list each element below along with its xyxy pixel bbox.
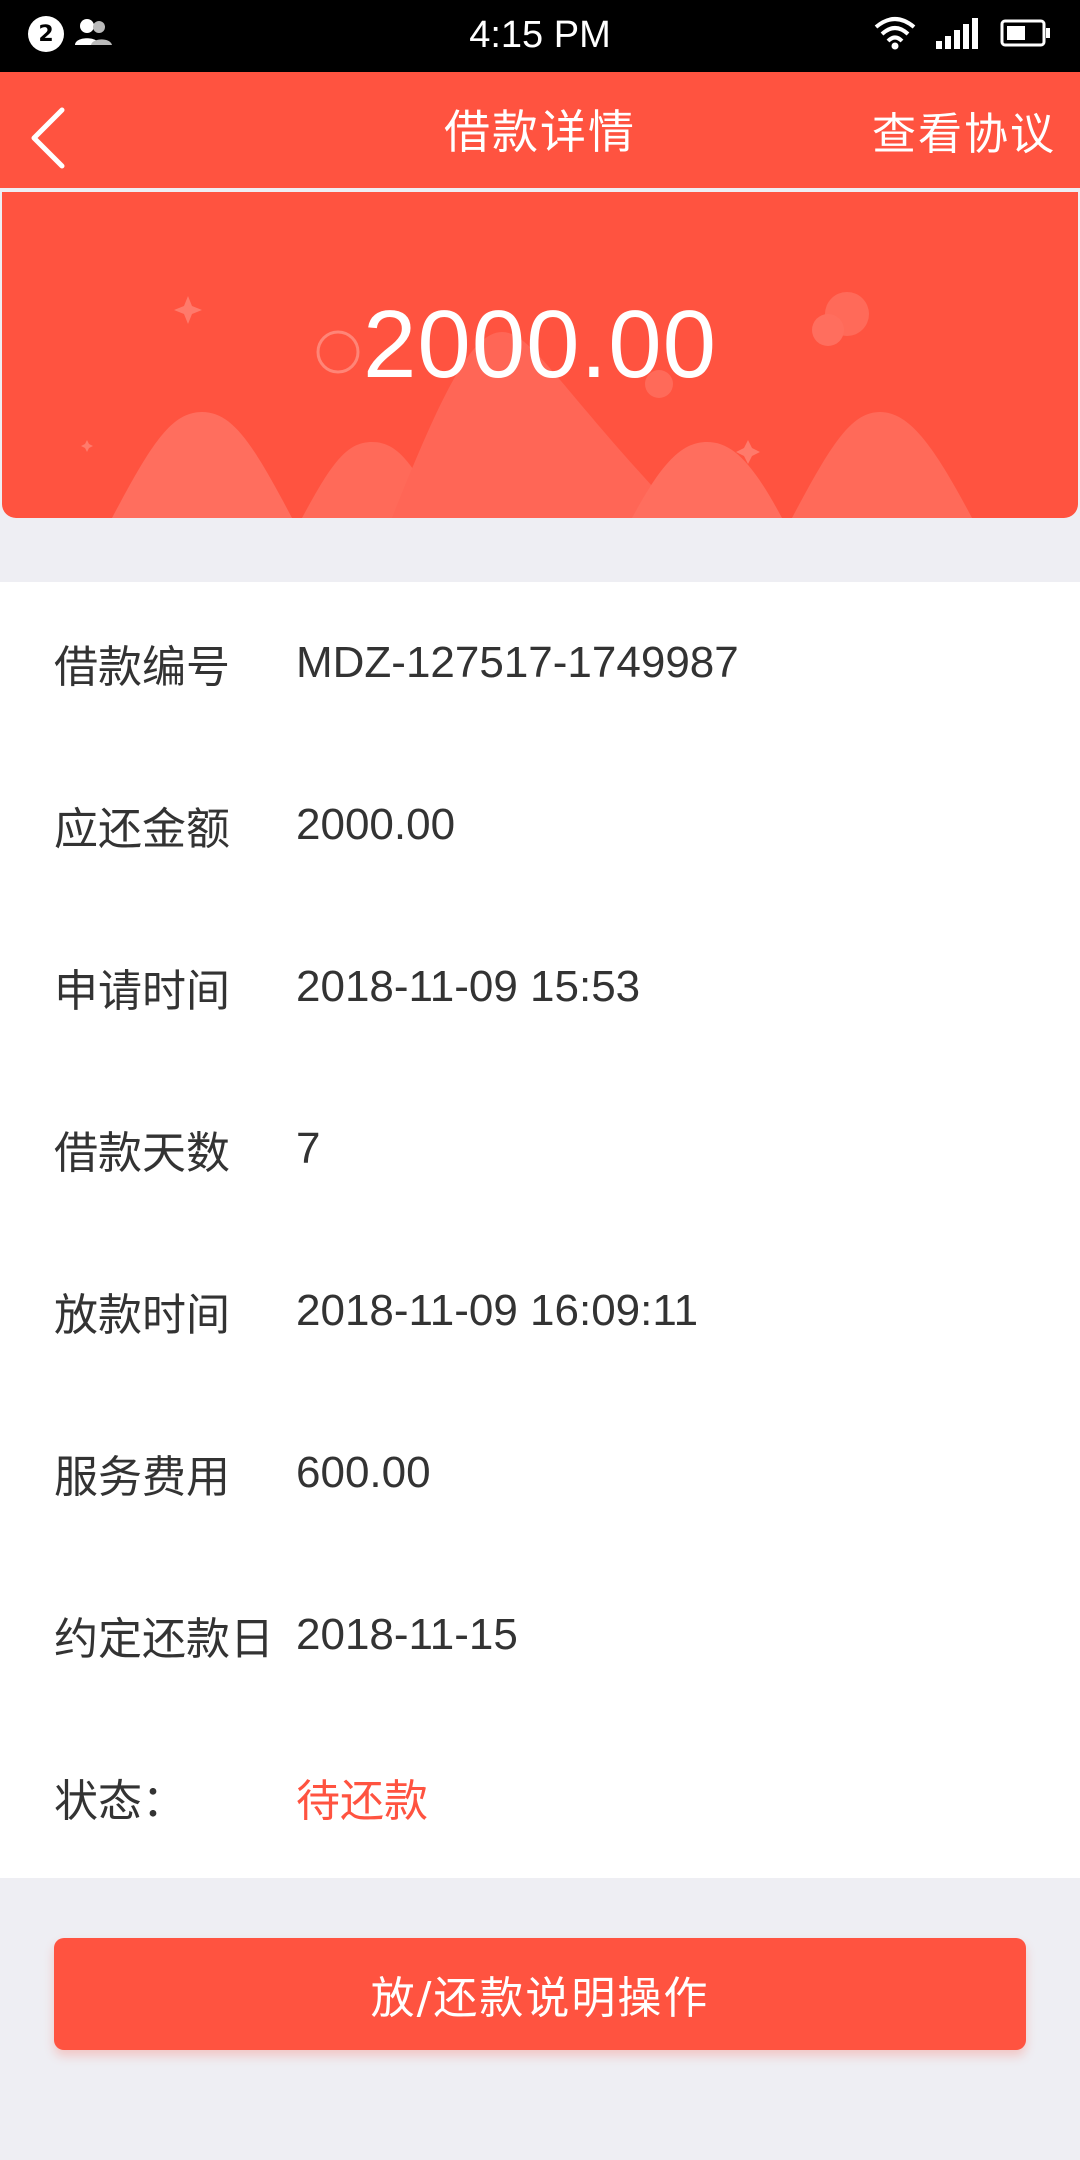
detail-row-due-date: 约定还款日 2018-11-15: [0, 1554, 1080, 1716]
detail-value: 2000.00: [296, 800, 456, 849]
detail-row-loan-number: 借款编号 MDZ-127517-1749987: [0, 582, 1080, 744]
detail-label: 申请时间: [54, 966, 230, 1017]
detail-row-amount-due: 应还金额 2000.00: [0, 744, 1080, 906]
loan-amount: 2000.00: [362, 291, 717, 398]
hero-amount-card: 2000.00: [2, 192, 1078, 518]
detail-value: 2018-11-15: [296, 1610, 518, 1659]
view-agreement-link[interactable]: 查看协议: [872, 98, 1056, 162]
status-value: 待还款: [296, 1776, 428, 1827]
detail-value: 7: [296, 1124, 321, 1173]
status-bar: 2 4:15 PM: [0, 0, 1080, 72]
detail-label: 状态：: [54, 1776, 186, 1827]
detail-value: 600.00: [296, 1448, 431, 1497]
loan-detail-list: 借款编号 MDZ-127517-1749987 应还金额 2000.00 申请时…: [0, 582, 1080, 1878]
detail-value: MDZ-127517-1749987: [296, 638, 739, 687]
repayment-instructions-button[interactable]: 放/还款说明操作: [54, 1938, 1026, 2050]
detail-value: 2018-11-09 15:53: [296, 962, 641, 1011]
detail-value: 2018-11-09 16:09:11: [296, 1286, 699, 1335]
detail-row-apply-time: 申请时间 2018-11-09 15:53: [0, 906, 1080, 1068]
detail-row-loan-days: 借款天数 7: [0, 1068, 1080, 1230]
signal-icon: [934, 17, 982, 53]
nav-bar: 借款详情 查看协议: [0, 72, 1080, 188]
battery-icon: [1000, 18, 1052, 52]
detail-row-status: 状态： 待还款: [0, 1716, 1080, 1878]
detail-label: 借款编号: [54, 642, 230, 693]
detail-label: 借款天数: [54, 1128, 230, 1179]
detail-label: 约定还款日: [54, 1614, 274, 1665]
detail-label: 服务费用: [54, 1452, 230, 1503]
detail-label: 放款时间: [54, 1290, 230, 1341]
detail-row-service-fee: 服务费用 600.00: [0, 1392, 1080, 1554]
detail-label: 应还金额: [54, 804, 230, 855]
detail-row-disburse-time: 放款时间 2018-11-09 16:09:11: [0, 1230, 1080, 1392]
status-right: [874, 16, 1052, 54]
wifi-icon: [874, 16, 916, 54]
